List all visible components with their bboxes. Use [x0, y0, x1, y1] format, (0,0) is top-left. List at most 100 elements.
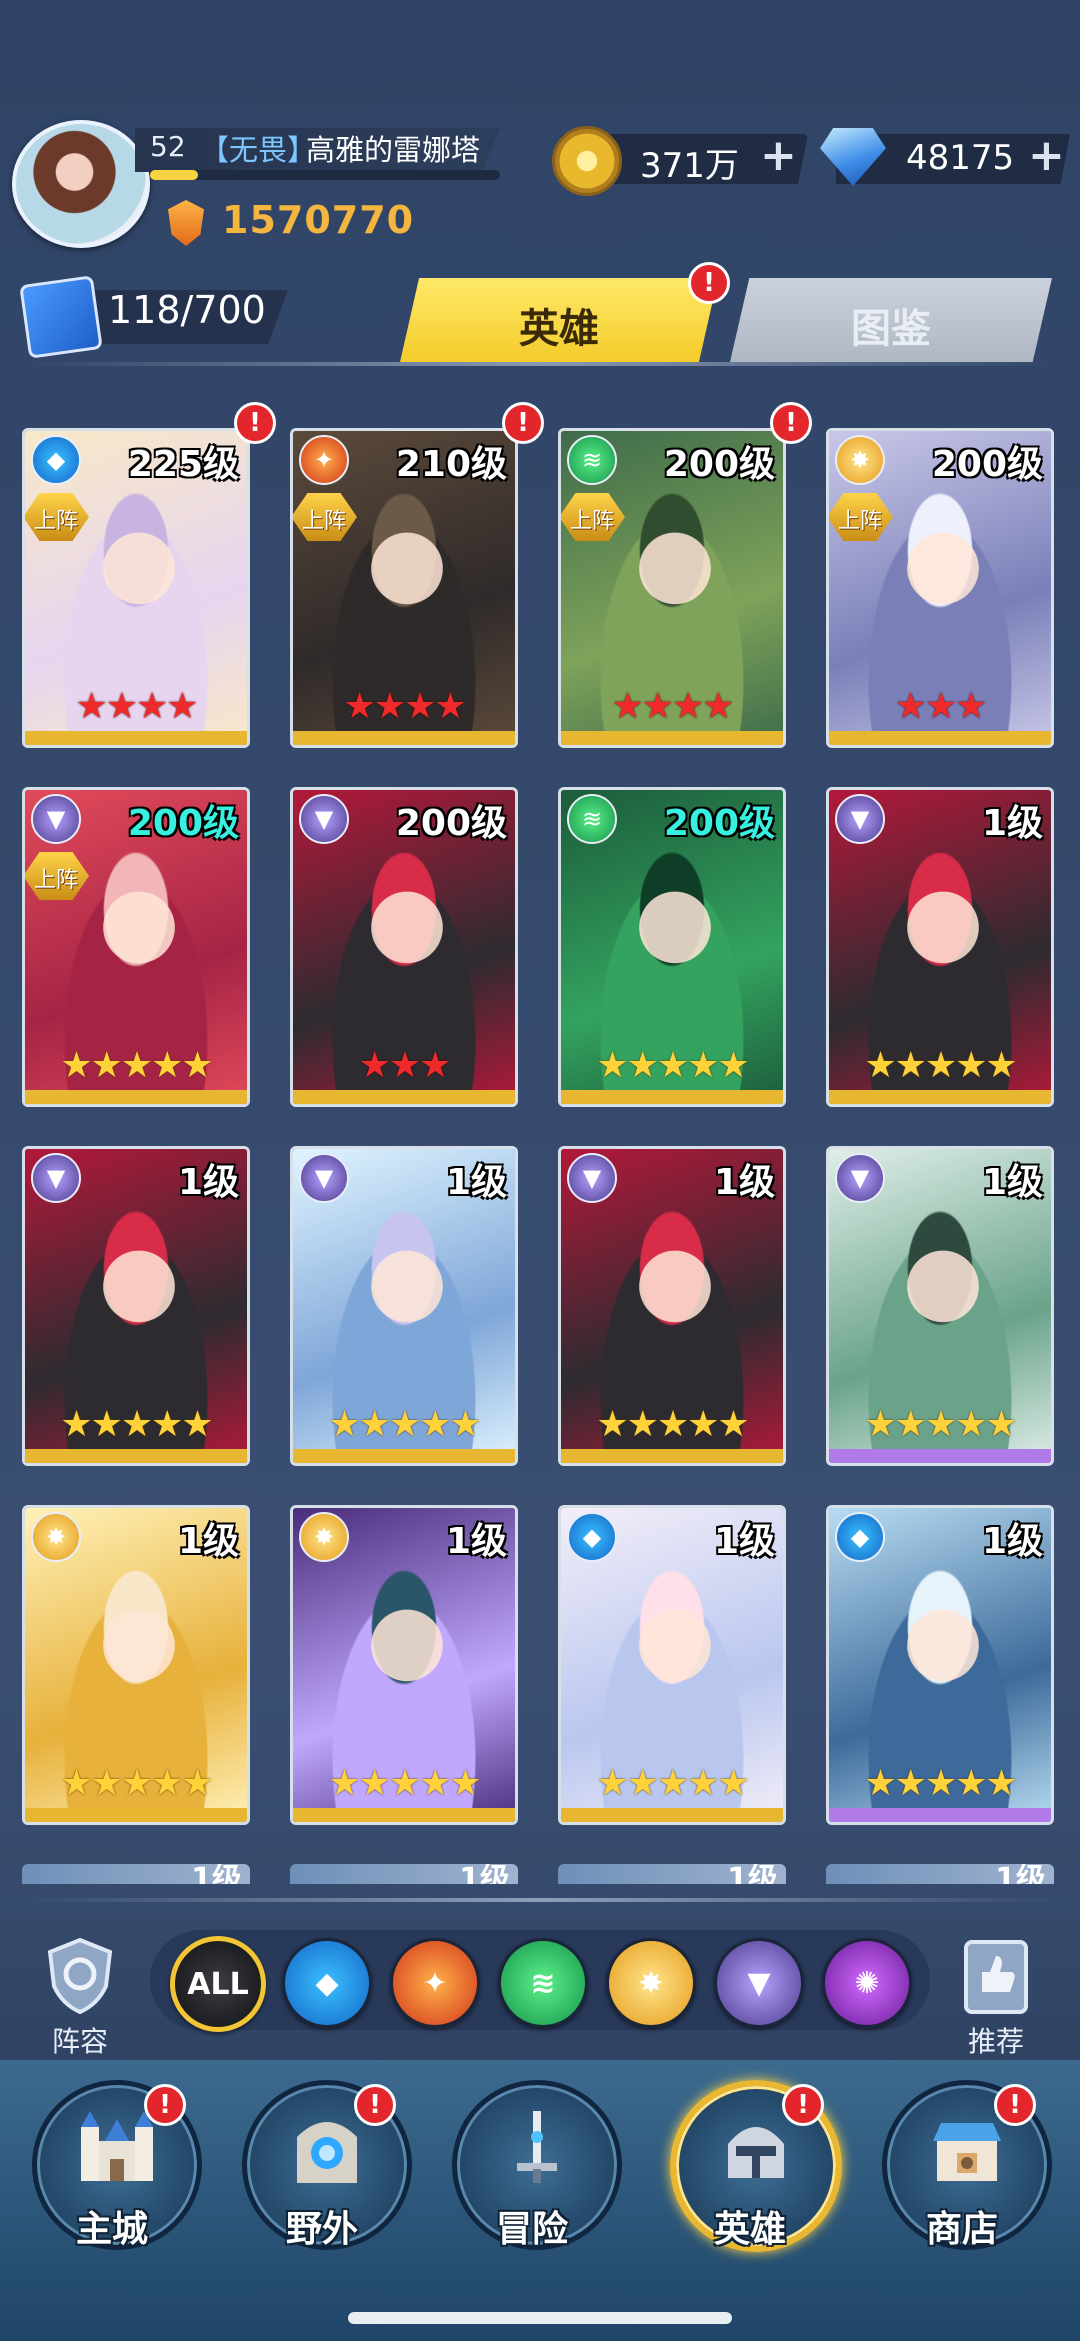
player-level: 52 [150, 130, 186, 163]
hero-card[interactable]: ▼ 1级 ★★★★★ [22, 1146, 250, 1466]
hero-stars: ★★★★★ [596, 1404, 749, 1445]
on-team-label: 上阵 [569, 509, 614, 534]
card-frame-base [829, 731, 1051, 745]
hero-face [635, 1245, 715, 1337]
hero-stars: ★★★★★ [60, 1763, 213, 1804]
on-team-label: 上阵 [33, 509, 78, 534]
tab-codex-label: 图鉴 [851, 306, 931, 352]
exp-track [150, 170, 500, 180]
sword-icon [517, 2111, 557, 2183]
hero-card[interactable]: ▼ 1级 ★★★★★ [826, 787, 1054, 1107]
hero-card[interactable]: ◆ 225级 上阵 ★★★★ [22, 428, 250, 748]
hero-level: 1级 [713, 1521, 775, 1562]
hero-card[interactable]: ◆ 1级 ★★★★★ [826, 1505, 1054, 1825]
nav-label: 冒险 [495, 2209, 568, 2250]
hero-card-partial[interactable]: 1级 [290, 1864, 518, 1884]
formation-label: 阵容 [51, 2025, 108, 2058]
hero-card[interactable]: ▼ 200级 ★★★ [290, 787, 518, 1107]
hero-count: 118/700 [108, 288, 266, 332]
hero-card[interactable]: ✦ 210级 上阵 ★★★★ [290, 428, 518, 748]
recommend-button[interactable] [954, 1934, 1038, 2018]
filter-light-button[interactable]: ✸ [606, 1938, 696, 2028]
hero-card[interactable]: ≋ 200级 上阵 ★★★★ [558, 428, 786, 748]
add-coin-button[interactable]: + [760, 134, 797, 178]
hero-face [99, 527, 179, 619]
water-element-icon: ◆ [31, 435, 81, 485]
hero-card[interactable]: ≋ 200级 ★★★★★ [558, 787, 786, 1107]
hero-level: 1级 [445, 1521, 507, 1562]
hero-card[interactable]: ▼ 200级 上阵 ★★★★★ [22, 787, 250, 1107]
hero-face [367, 1604, 447, 1696]
gem-amount: 48175 [906, 138, 1015, 178]
hero-level: 1级 [727, 1864, 778, 1884]
power-icon [168, 200, 204, 246]
hero-face [99, 886, 179, 978]
hero-card[interactable]: ▼ 1级 ★★★★★ [826, 1146, 1054, 1466]
filter-arcane-button[interactable]: ✺ [822, 1938, 912, 2028]
coin-amount: 371万 [640, 146, 739, 186]
hero-alert-badge: ! [234, 402, 276, 444]
hero-face [635, 1604, 715, 1696]
filter-fire-button[interactable]: ✦ [390, 1938, 480, 2028]
fire-element-icon: ✦ [299, 435, 349, 485]
hero-face [367, 527, 447, 619]
thumbs-up-icon [964, 1940, 1028, 2014]
hero-level: 1级 [981, 1162, 1043, 1203]
filter-all-button[interactable]: ALL [170, 1936, 266, 2032]
hero-face [903, 1604, 983, 1696]
hero-card-partial[interactable]: 1级 [22, 1864, 250, 1884]
hero-face [903, 527, 983, 619]
nav-label: 野外 [285, 2209, 358, 2250]
hero-stars: ★★★★ [611, 686, 734, 727]
hero-card[interactable]: ✸ 200级 上阵 ★★★ [826, 428, 1054, 748]
guild-tag: 【无畏】 [200, 133, 317, 167]
on-team-label: 上阵 [33, 868, 78, 893]
on-team-label: 上阵 [301, 509, 346, 534]
hero-card[interactable]: ✸ 1级 ★★★★★ [22, 1505, 250, 1825]
nav-alert-badge: ! [354, 2084, 396, 2126]
card-frame-base [829, 1090, 1051, 1104]
hero-card[interactable]: ▼ 1级 ★★★★★ [290, 1146, 518, 1466]
dark-element-icon: ▼ [835, 1153, 885, 1203]
hero-stars: ★★★★★ [596, 1763, 749, 1804]
recommend-label: 推荐 [967, 2025, 1024, 2058]
hero-level: 1级 [995, 1864, 1046, 1884]
hero-level: 200级 [663, 803, 775, 844]
arcane-element-icon: ✺ [854, 1965, 880, 2001]
hero-level: 1级 [445, 1162, 507, 1203]
card-frame-base [25, 1808, 247, 1822]
portal-icon [297, 2122, 357, 2183]
add-gem-button[interactable]: + [1028, 134, 1065, 178]
hero-level: 1级 [981, 803, 1043, 844]
hero-card-partial[interactable]: 1级 [826, 1864, 1054, 1884]
card-frame-base [293, 1808, 515, 1822]
home-indicator [348, 2312, 732, 2324]
tab-heroes-label: 英雄 [519, 306, 599, 352]
dark-element-icon: ▼ [31, 1153, 81, 1203]
nav-label: 主城 [75, 2209, 148, 2250]
hero-face [903, 1245, 983, 1337]
hero-card[interactable]: ▼ 1级 ★★★★★ [558, 1146, 786, 1466]
nav-label: 商店 [925, 2209, 998, 2250]
card-frame-base [561, 731, 783, 745]
dark-element-icon: ▼ [299, 1153, 349, 1203]
on-team-label: 上阵 [837, 509, 882, 534]
formation-button[interactable] [38, 1934, 122, 2018]
fire-element-icon: ✦ [422, 1965, 448, 2001]
player-avatar[interactable] [12, 120, 150, 248]
card-frame-base [293, 731, 515, 745]
hero-card[interactable]: ✸ 1级 ★★★★★ [290, 1505, 518, 1825]
coin-icon [552, 126, 622, 196]
filter-dark-button[interactable]: ▼ [714, 1938, 804, 2028]
filter-water-button[interactable]: ◆ [282, 1938, 372, 2028]
hero-face [635, 886, 715, 978]
hero-card[interactable]: ◆ 1级 ★★★★★ [558, 1505, 786, 1825]
hero-stars: ★★★★★ [328, 1763, 481, 1804]
hero-stars: ★★★★ [343, 686, 466, 727]
helmet-icon [728, 2127, 784, 2178]
filter-wind-button[interactable]: ≋ [498, 1938, 588, 2028]
hero-stars: ★★★ [358, 1045, 452, 1086]
hero-card-partial[interactable]: 1级 [558, 1864, 786, 1884]
dark-element-icon: ▼ [835, 794, 885, 844]
hero-face [99, 1245, 179, 1337]
